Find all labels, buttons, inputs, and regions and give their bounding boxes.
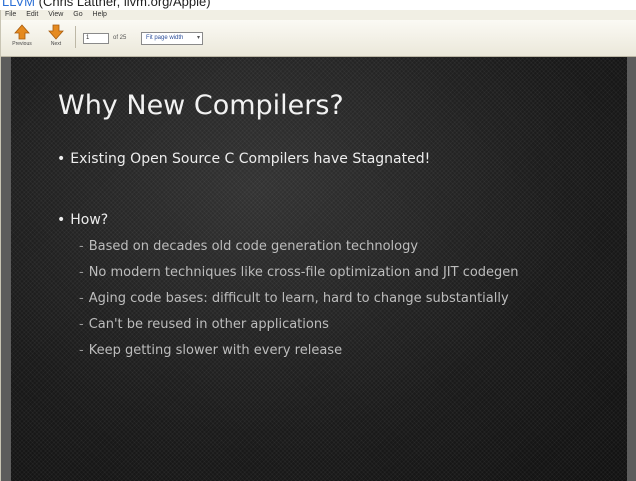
bullet-dot: • bbox=[57, 212, 66, 228]
bullet-item: • How? bbox=[57, 212, 108, 228]
sub-bullet-text: No modern techniques like cross-file opt… bbox=[88, 265, 519, 280]
sub-bullet-text: Aging code bases: difficult to learn, ha… bbox=[88, 291, 509, 306]
sub-bullet-item: - Can't be reused in other applications bbox=[79, 317, 329, 332]
menu-edit[interactable]: Edit bbox=[26, 11, 38, 18]
document-viewer[interactable]: Why New Compilers? • Existing Open Source… bbox=[1, 57, 636, 481]
sub-bullet-text: Can't be reused in other applications bbox=[88, 317, 329, 332]
sub-bullet-dash: - bbox=[79, 291, 84, 306]
sub-bullet-dash: - bbox=[79, 265, 84, 280]
figure-caption: LLVM (Chris Lattner, llvm.org/Apple) bbox=[2, 0, 211, 9]
bullet-dot: • bbox=[57, 151, 66, 167]
viewer-window: File Edit View Go Help Previous Next of … bbox=[0, 10, 636, 481]
zoom-value: Fit page width bbox=[146, 35, 184, 41]
caption-text: (Chris Lattner, llvm.org/Apple) bbox=[38, 0, 211, 9]
sub-bullet-dash: - bbox=[79, 239, 84, 254]
caption-link[interactable]: LLVM bbox=[2, 0, 35, 9]
menu-file[interactable]: File bbox=[5, 11, 16, 18]
next-label: Next bbox=[50, 41, 62, 47]
menu-help[interactable]: Help bbox=[93, 11, 107, 18]
previous-label: Previous bbox=[12, 41, 32, 47]
bullet-item: • Existing Open Source C Compilers have S… bbox=[57, 151, 430, 167]
menu-view[interactable]: View bbox=[48, 11, 63, 18]
sub-bullet-text: Keep getting slower with every release bbox=[88, 343, 343, 358]
toolbar-separator bbox=[75, 26, 76, 48]
slide-title: Why New Compilers? bbox=[58, 90, 344, 121]
sub-bullet-dash: - bbox=[79, 343, 84, 358]
page-total: of 25 bbox=[113, 35, 127, 41]
sub-bullet-item: - Based on decades old code generation te… bbox=[79, 239, 418, 254]
zoom-select[interactable]: Fit page width ▾ bbox=[141, 32, 203, 45]
sub-bullet-item: - Keep getting slower with every release bbox=[79, 343, 342, 358]
next-button[interactable]: Next bbox=[43, 22, 69, 52]
arrow-down-icon bbox=[48, 24, 64, 40]
previous-button[interactable]: Previous bbox=[9, 22, 35, 52]
bullet-text: Existing Open Source C Compilers have St… bbox=[70, 151, 431, 167]
bullet-text: How? bbox=[70, 212, 109, 228]
slide-page: Why New Compilers? • Existing Open Source… bbox=[11, 57, 627, 481]
sub-bullet-item: - No modern techniques like cross-file op… bbox=[79, 265, 519, 280]
page-number-input[interactable] bbox=[83, 33, 109, 44]
sub-bullet-text: Based on decades old code generation tec… bbox=[88, 239, 419, 254]
sub-bullet-dash: - bbox=[79, 317, 84, 332]
toolbar: Previous Next of 25 Fit page width ▾ bbox=[1, 20, 636, 57]
chevron-down-icon: ▾ bbox=[196, 35, 200, 41]
menu-bar: File Edit View Go Help bbox=[1, 10, 636, 20]
arrow-up-icon bbox=[14, 24, 30, 40]
sub-bullet-item: - Aging code bases: difficult to learn, h… bbox=[79, 291, 509, 306]
menu-go[interactable]: Go bbox=[73, 11, 82, 18]
